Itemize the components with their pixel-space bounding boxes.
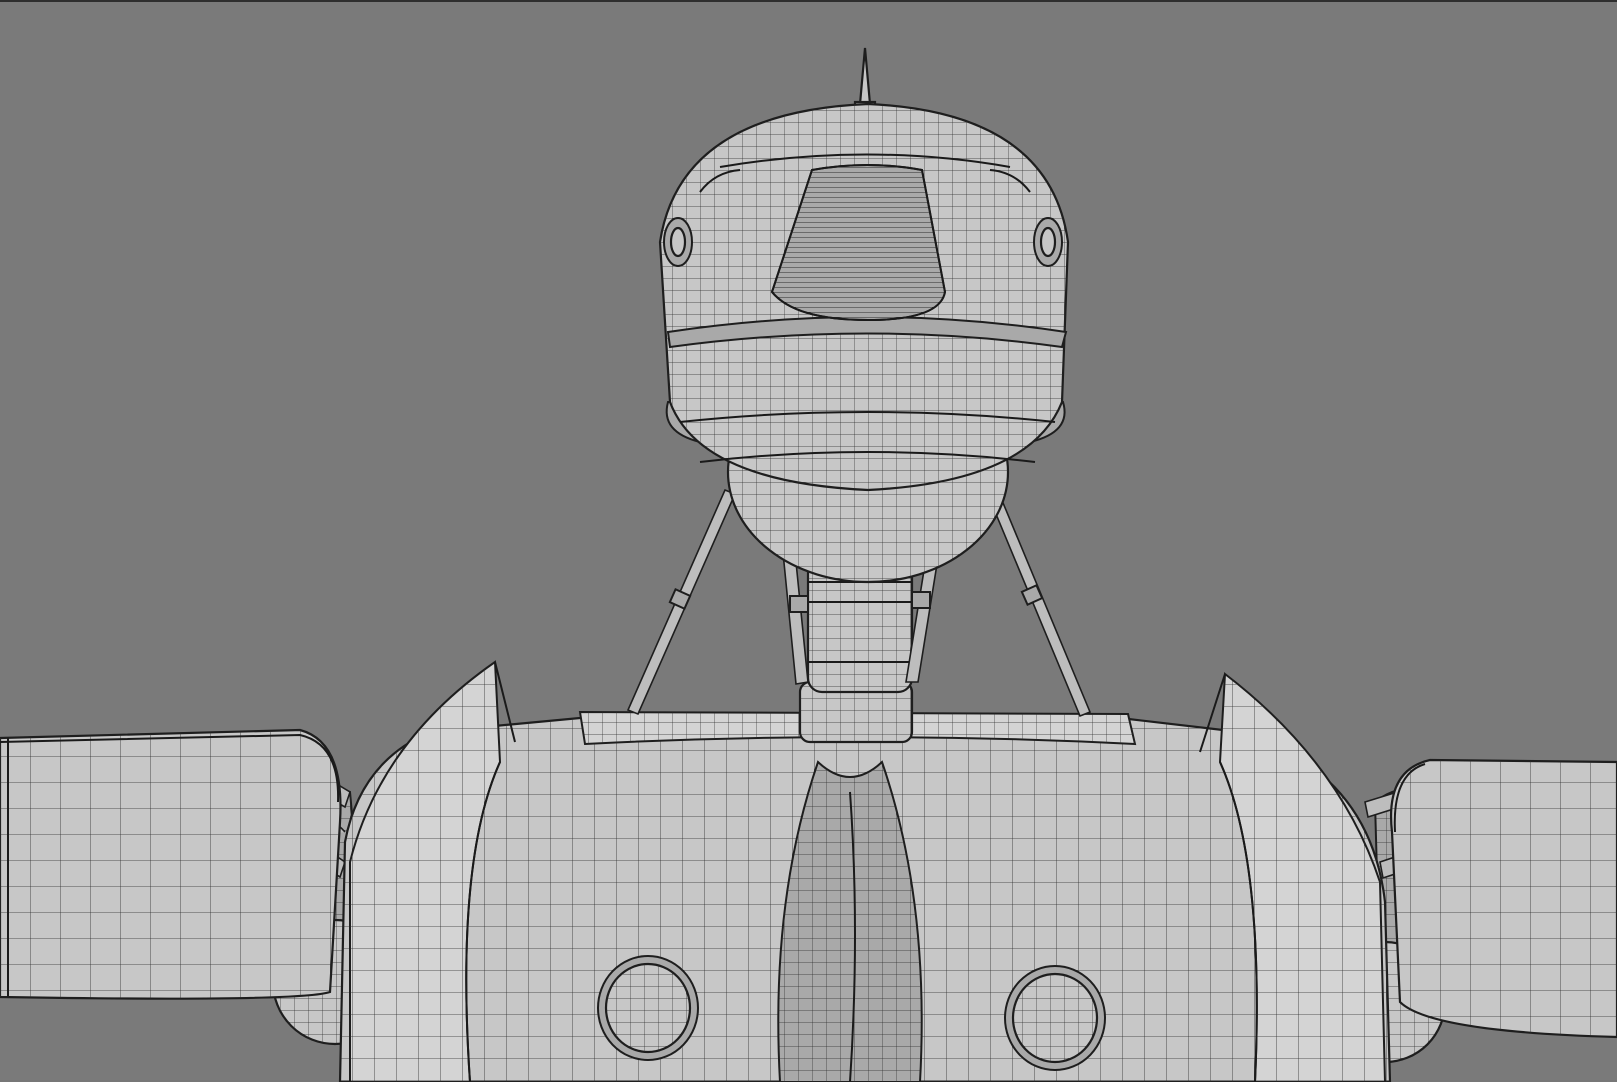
chest-port-right (1004, 965, 1106, 1071)
chest-port-left (597, 955, 699, 1061)
antenna (853, 47, 877, 112)
left-arm (0, 728, 399, 1046)
3d-viewport[interactable] (0, 0, 1617, 1082)
robot-model[interactable] (0, 2, 1617, 1082)
